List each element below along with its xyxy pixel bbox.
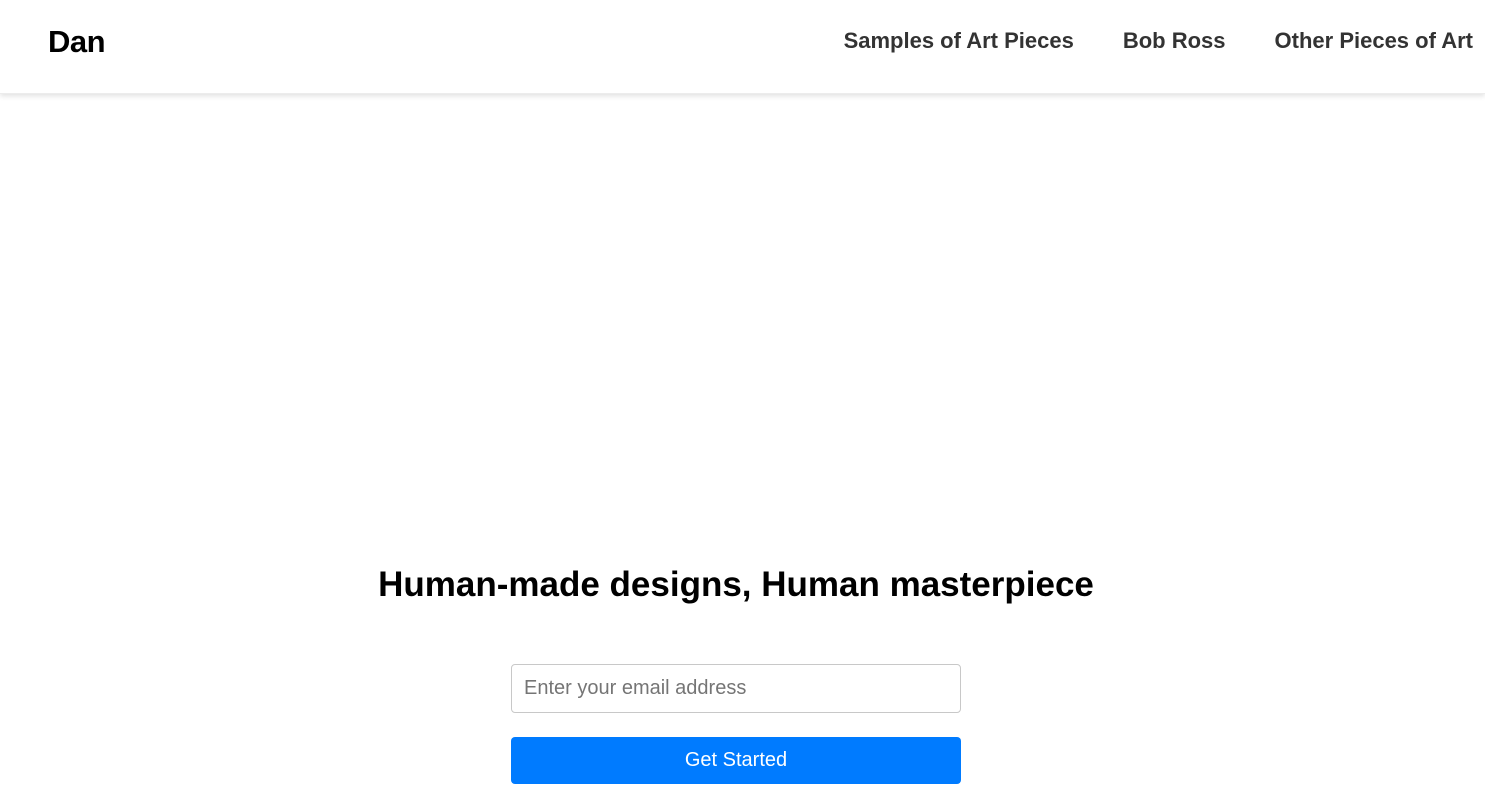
nav-link-bob-ross[interactable]: Bob Ross [1123, 26, 1226, 56]
email-input[interactable] [511, 664, 961, 713]
hero-title: Human-made designs, Human masterpiece [378, 565, 1094, 604]
main-nav: Samples of Art Pieces Bob Ross Other Pie… [844, 26, 1473, 56]
site-logo[interactable]: Dan [48, 22, 106, 62]
get-started-button[interactable]: Get Started [511, 737, 961, 784]
nav-link-other-pieces-of-art[interactable]: Other Pieces of Art [1275, 26, 1473, 56]
nav-link-samples-of-art-pieces[interactable]: Samples of Art Pieces [844, 26, 1074, 56]
site-header: Dan Samples of Art Pieces Bob Ross Other… [0, 0, 1485, 94]
